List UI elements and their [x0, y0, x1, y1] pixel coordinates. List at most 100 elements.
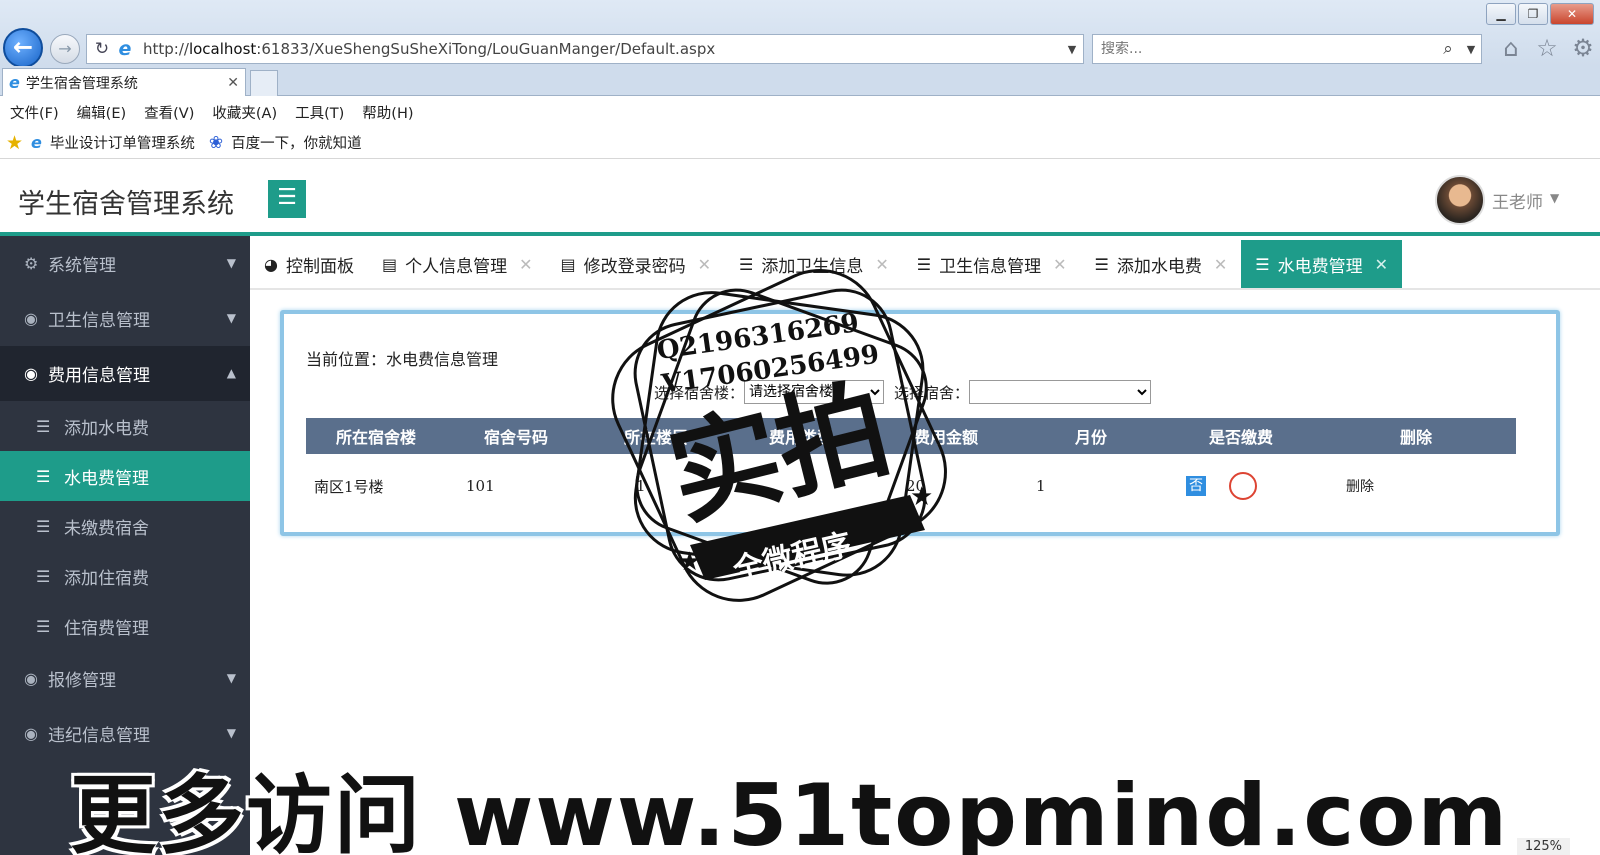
sidebar-item-fees[interactable]: ◉ 费用信息管理 ▲ [0, 346, 250, 401]
tab-hygiene-manage[interactable]: ☰ 卫生信息管理 ✕ [903, 240, 1081, 288]
tab-label: 控制面板 [285, 256, 354, 277]
tab-add-utility[interactable]: ☰ 添加水电费 ✕ [1081, 240, 1242, 288]
close-tab-icon[interactable]: ✕ [875, 255, 888, 274]
menu-file[interactable]: 文件(F) [10, 102, 59, 123]
browser-toolbar-icons: ⌂ ☆ ⚙ [1498, 34, 1596, 62]
sidebar-sub-utility-manage[interactable]: ☰ 水电费管理 [0, 451, 250, 501]
circle-icon: ◉ [24, 724, 38, 743]
forward-button[interactable]: → [50, 34, 80, 64]
pay-status-button[interactable]: 否 [1186, 476, 1206, 496]
minimize-button[interactable]: ▁ [1486, 3, 1516, 25]
menu-favorites[interactable]: 收藏夹(A) [212, 102, 277, 123]
close-tab-icon[interactable]: ✕ [1053, 255, 1066, 274]
new-tab-button[interactable] [250, 70, 278, 96]
delete-link[interactable]: 删除 [1346, 479, 1374, 495]
browser-tab[interactable]: e 学生宿舍管理系统 ✕ [2, 68, 246, 96]
search-dropdown-icon[interactable]: ▼ [1461, 43, 1481, 56]
caret-down-icon: ▼ [226, 256, 236, 270]
browser-menu-bar: 文件(F) 编辑(E) 查看(V) 收藏夹(A) 工具(T) 帮助(H) [0, 97, 1600, 127]
favorites-star-icon[interactable]: ★ [6, 132, 23, 154]
table-row: 南区1号楼 101 1 20 1 否 删除 [306, 454, 1516, 518]
home-icon[interactable]: ⌂ [1498, 34, 1524, 62]
back-button[interactable]: ← [3, 28, 43, 68]
menu-view[interactable]: 查看(V) [144, 102, 194, 123]
list-icon: ☰ [36, 466, 51, 486]
menu-help[interactable]: 帮助(H) [362, 102, 413, 123]
tab-label: 卫生信息管理 [939, 256, 1042, 277]
building-select[interactable]: 请选择宿舍楼 [744, 380, 885, 404]
sidebar-sub-lodging-manage[interactable]: ☰ 住宿费管理 [0, 601, 250, 651]
breadcrumb: 当前位置：水电费信息管理 [306, 350, 499, 369]
refresh-icon[interactable]: ↻ [91, 39, 113, 59]
close-window-button[interactable]: ✕ [1550, 3, 1594, 25]
column-header: 费用类型 [726, 418, 876, 454]
browser-search-input[interactable] [1101, 41, 1435, 57]
favorite-link-order-system[interactable]: 毕业设计订单管理系统 [50, 132, 195, 153]
sidebar-sub-add-utility[interactable]: ☰ 添加水电费 [0, 401, 250, 451]
address-bar[interactable]: ↻ e http://localhost:61833/XueShengSuShe… [86, 34, 1084, 64]
app-title: 学生宿舍管理系统 [18, 189, 234, 220]
building-filter-label: 选择宿舍楼： [654, 383, 745, 402]
sidebar-sub-label: 住宿费管理 [64, 618, 149, 639]
sidebar-sub-label: 未缴费宿舍 [64, 518, 149, 539]
document-icon: ▤ [560, 254, 576, 274]
circle-icon: ◉ [24, 669, 38, 688]
column-header: 费用金额 [876, 418, 1016, 454]
close-tab-icon[interactable]: ✕ [1214, 255, 1227, 274]
list-icon: ☰ [1255, 254, 1270, 274]
tab-label: 修改登录密码 [583, 256, 686, 277]
restore-button[interactable]: ❐ [1518, 3, 1548, 25]
avatar[interactable] [1435, 175, 1485, 225]
close-tab-icon[interactable]: ✕ [519, 255, 532, 274]
list-icon: ☰ [916, 254, 932, 274]
circle-icon: ◉ [24, 364, 38, 383]
cell-delete: 删除 [1316, 454, 1516, 518]
tab-change-password[interactable]: ▤ 修改登录密码 ✕ [547, 240, 726, 288]
user-name[interactable]: 王老师 [1492, 188, 1543, 213]
close-tab-icon[interactable]: ✕ [698, 255, 711, 274]
tab-label: 个人信息管理 [405, 256, 508, 277]
tab-personal-info[interactable]: ▤ 个人信息管理 ✕ [368, 240, 547, 288]
column-header: 是否缴费 [1166, 418, 1316, 454]
window-controls: ▁ ❐ ✕ [1486, 3, 1594, 25]
sidebar-item-hygiene[interactable]: ◉ 卫生信息管理 ▼ [0, 291, 250, 346]
cell-building: 南区1号楼 [314, 477, 384, 496]
table-header-row: 所在宿舍楼 宿舍号码 所在楼层 费用类型 费用金额 月份 是否缴费 删除 [306, 418, 1516, 454]
tab-add-hygiene[interactable]: ☰ 添加卫生信息 ✕ [725, 240, 903, 288]
utility-fee-table: 所在宿舍楼 宿舍号码 所在楼层 费用类型 费用金额 月份 是否缴费 删除 南区1… [306, 418, 1516, 518]
tab-utility-manage[interactable]: ☰ 水电费管理 ✕ [1241, 240, 1403, 288]
zoom-level[interactable]: 125% [1516, 838, 1570, 855]
column-header: 删除 [1316, 418, 1516, 454]
baidu-paw-icon: ❀ [208, 132, 224, 153]
circle-icon: ◉ [24, 309, 38, 328]
caret-down-icon: ▼ [226, 671, 236, 685]
caret-down-icon: ▼ [226, 311, 236, 325]
favorite-link-baidu[interactable]: 百度一下，你就知道 [231, 132, 362, 153]
list-icon: ☰ [36, 516, 51, 536]
cell-month: 1 [1036, 477, 1046, 495]
column-header: 宿舍号码 [446, 418, 586, 454]
tab-dashboard[interactable]: ◕ 控制面板 [250, 240, 368, 288]
room-filter-label: 选择宿舍： [894, 383, 970, 402]
menu-tools[interactable]: 工具(T) [295, 102, 344, 123]
address-url[interactable]: http://localhost:61833/XueShengSuSheXiTo… [143, 40, 1061, 58]
menu-toggle-button[interactable]: ☰ [268, 180, 306, 218]
sidebar-item-repair[interactable]: ◉ 报修管理 ▼ [0, 651, 250, 706]
close-tab-icon[interactable]: ✕ [227, 75, 239, 91]
search-icon[interactable]: ⌕ [1435, 39, 1461, 59]
address-dropdown-icon[interactable]: ▼ [1061, 43, 1083, 56]
app-header: 学生宿舍管理系统 ☰ 王老师 ▼ [0, 160, 1600, 236]
sidebar-sub-add-lodging[interactable]: ☰ 添加住宿费 [0, 551, 250, 601]
sidebar-item-label: 费用信息管理 [48, 366, 150, 386]
gear-icon[interactable]: ⚙ [1570, 34, 1596, 62]
list-icon: ☰ [1094, 254, 1109, 274]
browser-search-box[interactable]: ⌕ ▼ [1092, 34, 1482, 64]
cell-room: 101 [466, 477, 495, 495]
menu-edit[interactable]: 编辑(E) [77, 102, 126, 123]
favorites-star-icon[interactable]: ☆ [1534, 34, 1560, 62]
sidebar-sub-unpaid[interactable]: ☰ 未缴费宿舍 [0, 501, 250, 551]
close-tab-icon[interactable]: ✕ [1375, 255, 1388, 274]
sidebar-item-system[interactable]: ⚙ 系统管理 ▼ [0, 236, 250, 291]
room-select[interactable] [969, 380, 1152, 404]
chevron-down-icon[interactable]: ▼ [1550, 191, 1559, 205]
